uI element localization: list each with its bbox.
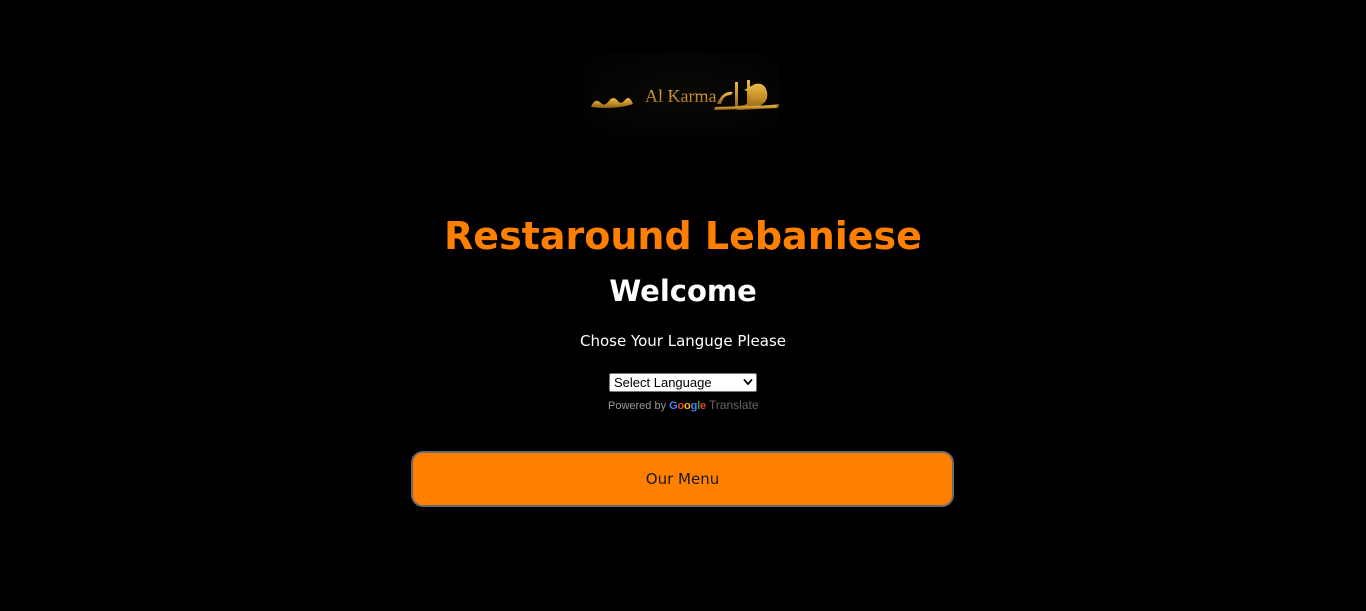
welcome-heading: Welcome: [609, 274, 757, 308]
logo: Al Karma: [585, 52, 781, 136]
chevron-down-icon: [743, 378, 753, 386]
our-menu-button[interactable]: Our Menu: [411, 451, 954, 507]
language-select-value: Select Language: [614, 375, 712, 390]
logo-latin-text: Al Karma: [645, 86, 716, 106]
google-wordmark[interactable]: Google: [669, 400, 706, 412]
al-karma-logo-image: Al Karma: [591, 80, 779, 110]
powered-by-label: Powered by: [608, 400, 667, 412]
powered-by-google-translate: Powered by Google Translate: [608, 398, 759, 413]
page-title: Restaround Lebaniese: [444, 214, 922, 258]
language-select[interactable]: Select Language: [609, 373, 757, 392]
translate-link[interactable]: Translate: [709, 398, 759, 412]
language-prompt: Chose Your Languge Please: [579, 332, 787, 350]
